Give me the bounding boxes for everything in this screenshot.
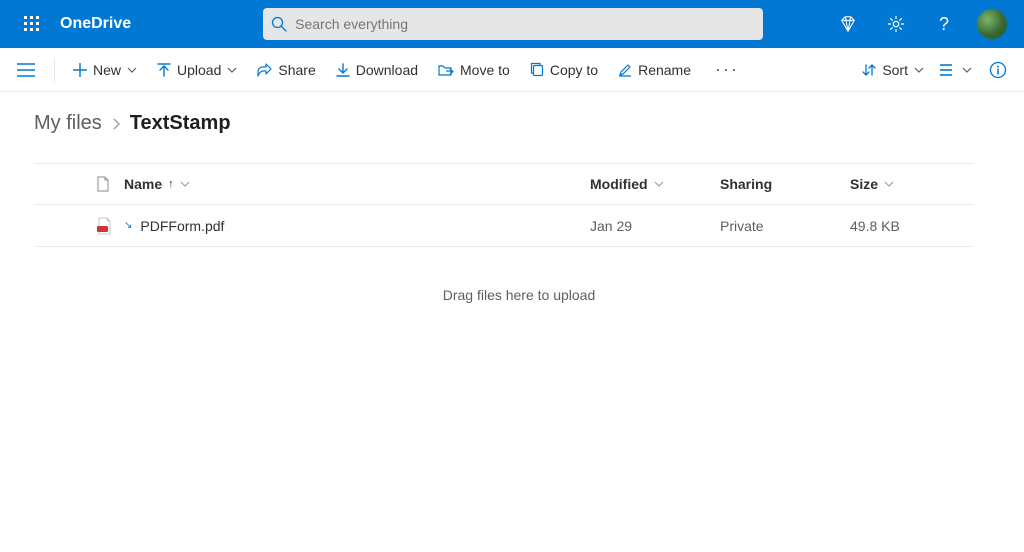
search-icon [271, 16, 287, 32]
move-to-button[interactable]: Move to [432, 54, 516, 86]
view-icon [940, 63, 958, 77]
view-options-button[interactable] [940, 54, 972, 86]
copy-to-button[interactable]: Copy to [524, 54, 604, 86]
main-content: My files TextStamp Name ↑ Modified [0, 92, 1024, 552]
breadcrumb: My files TextStamp [34, 112, 1004, 135]
download-label: Download [356, 62, 418, 78]
plus-icon [73, 63, 87, 77]
file-icon [96, 176, 110, 192]
sort-button[interactable]: Sort [856, 54, 930, 86]
column-size[interactable]: Size [844, 176, 974, 192]
column-sharing[interactable]: Sharing [714, 176, 844, 192]
file-table: Name ↑ Modified Sharing Size [34, 163, 974, 247]
file-modified: Jan 29 [584, 218, 714, 234]
sync-badge-icon: ↘ [124, 220, 132, 231]
file-name: PDFForm.pdf [140, 218, 224, 234]
help-button[interactable]: ? [920, 0, 968, 48]
chevron-down-icon [227, 67, 237, 73]
header-actions: ? [824, 0, 1016, 48]
file-sharing: Private [714, 218, 844, 234]
rename-button[interactable]: Rename [612, 54, 697, 86]
new-button[interactable]: New [67, 54, 143, 86]
file-size: 49.8 KB [844, 218, 974, 234]
rename-icon [618, 63, 632, 77]
chevron-down-icon [180, 181, 190, 187]
download-button[interactable]: Download [330, 54, 424, 86]
chevron-right-icon [112, 118, 120, 130]
premium-button[interactable] [824, 0, 872, 48]
chevron-down-icon [654, 181, 664, 187]
chevron-down-icon [914, 67, 924, 73]
more-commands-button[interactable]: ··· [705, 59, 749, 80]
move-to-label: Move to [460, 62, 510, 78]
new-label: New [93, 62, 121, 78]
breadcrumb-root[interactable]: My files [34, 112, 102, 135]
brand-label[interactable]: OneDrive [56, 15, 143, 33]
gear-icon [887, 15, 905, 33]
share-button[interactable]: Share [251, 54, 321, 86]
table-row[interactable]: ↘ PDFForm.pdf Jan 29 Private 49.8 KB [34, 205, 974, 247]
search-input[interactable] [295, 16, 755, 32]
nav-toggle-button[interactable] [10, 54, 42, 86]
chevron-down-icon [127, 67, 137, 73]
hamburger-icon [17, 63, 35, 77]
info-icon [989, 61, 1007, 79]
search-box[interactable] [263, 8, 763, 40]
rename-label: Rename [638, 62, 691, 78]
pdf-icon [96, 217, 112, 235]
column-sharing-label: Sharing [720, 176, 772, 192]
upload-button[interactable]: Upload [151, 54, 243, 86]
settings-button[interactable] [872, 0, 920, 48]
download-icon [336, 63, 350, 77]
chevron-down-icon [962, 67, 972, 73]
app-launcher-button[interactable] [8, 0, 56, 48]
sort-asc-icon: ↑ [168, 178, 174, 190]
breadcrumb-current: TextStamp [130, 112, 231, 135]
ellipsis-icon: ··· [715, 59, 739, 79]
search-container [263, 8, 763, 40]
file-type-icon [90, 217, 118, 235]
drop-hint: Drag files here to upload [34, 287, 1004, 303]
command-bar: New Upload Share Download [0, 48, 1024, 92]
upload-icon [157, 63, 171, 77]
divider [54, 58, 55, 82]
column-modified-label: Modified [590, 176, 648, 192]
table-header: Name ↑ Modified Sharing Size [34, 163, 974, 205]
diamond-icon [839, 15, 857, 33]
copy-to-label: Copy to [550, 62, 598, 78]
suite-header: OneDrive ? [0, 0, 1024, 48]
column-name[interactable]: Name ↑ [118, 176, 584, 192]
avatar-icon [977, 9, 1007, 39]
upload-label: Upload [177, 62, 221, 78]
chevron-down-icon [884, 181, 894, 187]
column-modified[interactable]: Modified [584, 176, 714, 192]
column-name-label: Name [124, 176, 162, 192]
sort-label: Sort [882, 62, 908, 78]
waffle-icon [24, 16, 40, 32]
column-size-label: Size [850, 176, 878, 192]
share-label: Share [278, 62, 315, 78]
move-icon [438, 63, 454, 77]
account-button[interactable] [968, 0, 1016, 48]
sort-icon [862, 63, 876, 77]
file-name-cell[interactable]: ↘ PDFForm.pdf [118, 218, 584, 234]
details-pane-button[interactable] [982, 54, 1014, 86]
copy-icon [530, 62, 544, 77]
share-icon [257, 63, 272, 77]
help-icon: ? [939, 14, 949, 35]
column-icon [90, 176, 118, 192]
